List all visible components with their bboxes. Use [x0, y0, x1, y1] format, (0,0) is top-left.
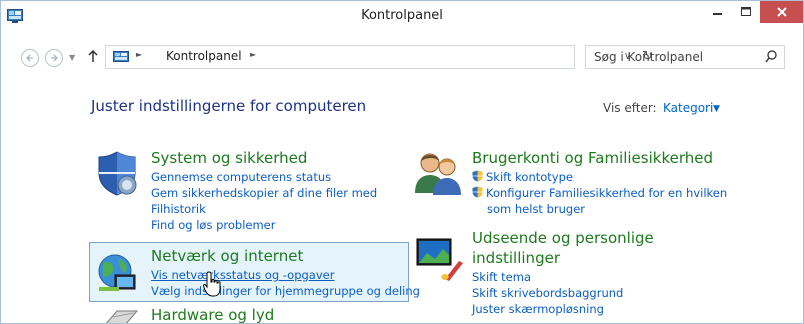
link-backup-files[interactable]: Gem sikkerhedskopier af dine filer med: [151, 185, 377, 201]
category-heading-appearance[interactable]: Udseende og personlige: [472, 229, 654, 247]
category-heading-hardware-sound[interactable]: Hardware og lyd: [151, 306, 274, 323]
uac-shield-icon: [472, 170, 483, 182]
maximize-icon: [741, 6, 751, 16]
view-by-label: Vis efter:: [603, 101, 657, 115]
category-appearance: Udseende og personlige indstillinger Ski…: [472, 229, 654, 317]
forward-button[interactable]: [45, 49, 63, 67]
link-change-theme[interactable]: Skift tema: [472, 269, 654, 285]
up-button[interactable]: [87, 49, 99, 67]
recent-locations-dropdown[interactable]: ▼: [69, 53, 75, 62]
search-placeholder: Søg i Kontrolpanel: [594, 50, 704, 64]
link-desktop-background[interactable]: Skift skrivebordsbaggrund: [472, 285, 654, 301]
link-computer-status[interactable]: Gennemse computerens status: [151, 169, 377, 185]
chevron-down-icon[interactable]: ▼: [713, 104, 720, 114]
category-heading-system-security[interactable]: System og sikkerhed: [151, 149, 377, 167]
link-text[interactable]: Skift kontotype: [486, 170, 573, 184]
category-heading-network-internet[interactable]: Netværk og internet: [151, 247, 420, 265]
minimize-icon: [713, 12, 722, 15]
title-bar: Kontrolpanel: [1, 1, 803, 31]
category-heading-appearance-cont[interactable]: indstillinger: [472, 249, 654, 267]
category-hardware-sound: Hardware og lyd: [151, 306, 274, 323]
appearance-icon[interactable]: [415, 233, 463, 281]
close-icon: [776, 7, 787, 17]
hand-cursor-icon: [203, 271, 221, 297]
shield-icon[interactable]: [93, 149, 141, 197]
window-title: Kontrolpanel: [361, 8, 443, 23]
control-panel-icon: [113, 51, 129, 62]
minimize-button[interactable]: [704, 1, 732, 22]
page-title: Juster indstillingerne for computeren: [91, 97, 367, 115]
link-homegroup-sharing[interactable]: Vælg indstillinger for hjemmegruppe og d…: [151, 283, 420, 299]
forward-arrow-icon: [51, 54, 58, 62]
link-network-status[interactable]: Vis netværksstatus og -opgaver: [151, 267, 420, 283]
category-user-accounts: Brugerkonti og Familiesikkerhed Skift ko…: [472, 149, 727, 217]
back-arrow-icon: [26, 54, 33, 62]
navigation-bar: ▼ ► Kontrolpanel ► ∨ ↻ Søg i Kontrolpane…: [1, 41, 803, 71]
link-screen-resolution[interactable]: Juster skærmopløsning: [472, 301, 654, 317]
category-system-security: System og sikkerhed Gennemse computerens…: [151, 149, 377, 233]
users-icon[interactable]: [413, 149, 463, 195]
breadcrumb-separator[interactable]: ►: [136, 50, 142, 59]
maximize-button[interactable]: [732, 1, 760, 22]
link-family-safety-cont[interactable]: som helst bruger: [472, 201, 727, 217]
window: Kontrolpanel ▼ ► Kontrolpanel ► ∨ ↻ Søg …: [0, 0, 804, 324]
link-troubleshoot[interactable]: Find og løs problemer: [151, 217, 377, 233]
printer-icon[interactable]: [99, 305, 139, 324]
uac-shield-icon: [472, 186, 483, 198]
link-change-account-type[interactable]: Skift kontotype: [472, 169, 727, 185]
network-globe-icon[interactable]: [93, 249, 141, 297]
link-family-safety[interactable]: Konfigurer Familiesikkerhed for en hvilk…: [472, 185, 727, 201]
search-icon[interactable]: [765, 50, 777, 63]
category-network-internet: Netværk og internet Vis netværksstatus o…: [151, 247, 420, 299]
breadcrumb-item[interactable]: Kontrolpanel: [166, 49, 242, 63]
breadcrumb-separator[interactable]: ►: [250, 50, 256, 59]
address-bar[interactable]: ► Kontrolpanel ► ∨ ↻: [105, 45, 653, 69]
close-button[interactable]: [760, 1, 803, 23]
link-text[interactable]: Konfigurer Familiesikkerhed for en hvilk…: [486, 186, 727, 200]
view-by-dropdown[interactable]: Kategori: [663, 101, 713, 115]
link-file-history[interactable]: Filhistorik: [151, 201, 377, 217]
search-input[interactable]: Søg i Kontrolpanel: [585, 45, 785, 69]
back-button[interactable]: [21, 49, 39, 67]
up-arrow-icon: [88, 49, 98, 62]
category-heading-user-accounts[interactable]: Brugerkonti og Familiesikkerhed: [472, 149, 727, 167]
